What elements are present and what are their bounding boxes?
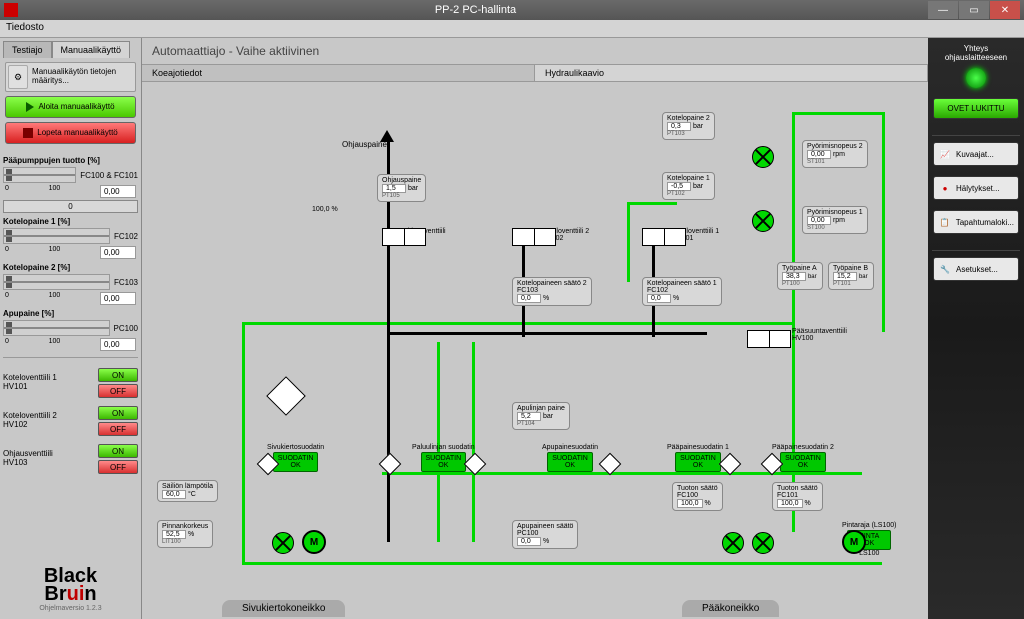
connection-led-icon [966, 68, 986, 88]
rpm1-gauge: Pyörimisnopeus 1 0,00 rpm ST100 [802, 206, 868, 234]
hv102-on-button[interactable]: ON [98, 406, 138, 420]
paapaine1-filter: Pääpainesuodatin 1 SUODATIN OK [667, 444, 729, 472]
stop-manual-button[interactable]: Lopeta manuaalikäyttö [5, 122, 136, 144]
tab-hydraulikaavio[interactable]: Hydraulikaavio [535, 65, 928, 81]
center-panel: Automaattiajo - Vaihe aktiivinen Koeajot… [142, 38, 928, 619]
hv103-off-button[interactable]: OFF [98, 460, 138, 474]
main-header: Automaattiajo - Vaihe aktiivinen [142, 38, 928, 64]
gear-icon: ⚙ [8, 65, 28, 89]
fc102-value[interactable]: 0,00 [100, 246, 136, 259]
fc100-value[interactable]: 0,00 [100, 185, 136, 198]
chart-icon: 📈 [938, 147, 952, 161]
window-title: PP-2 PC-hallinta [24, 4, 927, 16]
hv100-label: Pääsuuntaventtiili HV100 [792, 328, 847, 342]
tyopaineB-gauge: Työpaine B 15,2 bar PT101 [828, 262, 874, 290]
sidebar-left: Testiajo Manuaalikäyttö ⚙ Manuaalikäytön… [0, 38, 142, 619]
pump-icon [272, 532, 294, 554]
unit-sivukierto: Sivukiertokoneikko [222, 600, 345, 617]
hv100-valve-icon [747, 330, 791, 348]
valve-hv101-control: Koteloventtiili 1 HV101 ON OFF [3, 368, 138, 398]
unit-paakoneikko: Pääkoneikko [682, 600, 779, 617]
apu-slider[interactable] [3, 320, 110, 336]
fc102-label: FC102 [114, 232, 138, 241]
kp2-label: Kotelopaine 2 [%] [3, 263, 138, 272]
heat-exchanger-icon [266, 376, 306, 416]
fan-icon [752, 210, 774, 232]
settings-button[interactable]: 🔧 Asetukset... [933, 257, 1019, 281]
hv101-valve-icon [642, 228, 686, 246]
tab-testiajo[interactable]: Testiajo [3, 41, 52, 58]
sivukierto-filter: Sivukiertosuodatin SUODATIN OK [267, 444, 324, 472]
menubar: Tiedosto [0, 20, 1024, 38]
app-icon [4, 3, 18, 17]
apupc-box: Apupaineen säätö PC100 0,0 % [512, 520, 578, 549]
kotelopaine2-gauge: Kotelopaine 2 0,3 bar PT103 [662, 112, 715, 140]
fc103-value[interactable]: 0,00 [100, 292, 136, 305]
alarms-button[interactable]: ● Hälytykset... [933, 176, 1019, 200]
hv103-on-button[interactable]: ON [98, 444, 138, 458]
pump-output-label: Pääpumppujen tuotto [%] [3, 156, 138, 165]
temp-box: Säiliön lämpötila 60,0 °C [157, 480, 218, 502]
hv101-on-button[interactable]: ON [98, 368, 138, 382]
kp2-slider[interactable] [3, 274, 110, 290]
start-manual-button[interactable]: Aloita manuaalikäyttö [5, 96, 136, 118]
play-icon [26, 102, 34, 112]
hv101-off-button[interactable]: OFF [98, 384, 138, 398]
hv102-off-button[interactable]: OFF [98, 422, 138, 436]
paluulinja-filter: Paluulinjan suodatin SUODATIN OK [412, 444, 475, 472]
alert-icon: ● [938, 181, 952, 195]
apulinja-gauge: Apulinjan paine 5,2 bar PT104 [512, 402, 570, 430]
manual-settings-button[interactable]: ⚙ Manuaalikäytön tietojen määritys... [5, 62, 136, 92]
maximize-button[interactable]: ▭ [959, 1, 989, 19]
events-button[interactable]: 📋 Tapahtumaloki... [933, 210, 1019, 234]
pump-slider[interactable] [3, 167, 76, 183]
hv102-valve-icon [512, 228, 556, 246]
doors-locked-button[interactable]: OVET LUKITTU [933, 98, 1019, 119]
paapaine2-filter: Pääpainesuodatin 2 SUODATIN OK [772, 444, 834, 472]
log-icon: 📋 [938, 215, 952, 229]
rpm2-gauge: Pyörimisnopeus 2 0,00 rpm ST101 [802, 140, 868, 168]
menu-file[interactable]: Tiedosto [6, 22, 44, 33]
motor-icon: M [842, 530, 866, 554]
tuot100-box: Tuoton säätö FC100 100,0 % [672, 482, 723, 511]
kps1-box: Kotelopaineen säätö 1 FC102 0,0 % [642, 277, 722, 306]
apupaine-filter: Apupainesuodatin SUODATIN OK [542, 444, 598, 472]
pc100-value[interactable]: 0,00 [100, 338, 136, 351]
ohjauspaine-gauge: Ohjauspaine 1,5 bar PT105 [377, 174, 426, 202]
pump-icon [752, 532, 774, 554]
fan-icon [752, 146, 774, 168]
hv103-valve-icon [382, 228, 426, 246]
kps2-box: Kotelopaineen säätö 2 FC103 0,0 % [512, 277, 592, 306]
pump-icon [722, 532, 744, 554]
kotelopaine1-gauge: Kotelopaine 1 -0,5 bar PT102 [662, 172, 715, 200]
stop-icon [23, 128, 33, 138]
logo: Black Bruin Ohjelmaversio 1.2.3 [3, 563, 138, 616]
level-box: Pinnankorkeus 52,5 % LIT100 [157, 520, 213, 548]
kp1-slider[interactable] [3, 228, 110, 244]
minimize-button[interactable]: — [928, 1, 958, 19]
valve-hv102-control: Koteloventtiili 2 HV102 ON OFF [3, 406, 138, 436]
zero-button[interactable]: 0 [3, 200, 138, 213]
hydraulic-diagram: Ohjauspaine Ohjauspaine 1,5 bar PT105 10… [142, 82, 928, 619]
apupaine-label: Apupaine [%] [3, 309, 138, 318]
close-button[interactable]: ✕ [990, 1, 1020, 19]
connection-label: Yhteys ohjauslaitteeseen [932, 44, 1020, 62]
charts-button[interactable]: 📈 Kuvaajat... [933, 142, 1019, 166]
valve-hv103-control: Ohjausventtiili HV103 ON OFF [3, 444, 138, 474]
pc100-label: PC100 [114, 324, 138, 333]
tab-koeajotiedot[interactable]: Koeajotiedot [142, 65, 535, 81]
tuot101-box: Tuoton säätö FC101 100,0 % [772, 482, 823, 511]
kp1-label: Kotelopaine 1 [%] [3, 217, 138, 226]
fc100-fc101-label: FC100 & FC101 [80, 171, 138, 180]
fc103-label: FC103 [114, 278, 138, 287]
range-label: 100,0 % [312, 206, 338, 213]
sidebar-right: Yhteys ohjauslaitteeseen OVET LUKITTU 📈 … [928, 38, 1024, 619]
tyopaineA-gauge: Työpaine A 38,3 bar PT100 [777, 262, 823, 290]
wrench-icon: 🔧 [938, 262, 952, 276]
motor-icon: M [302, 530, 326, 554]
version-label: Ohjelmaversio 1.2.3 [7, 605, 134, 612]
titlebar: PP-2 PC-hallinta — ▭ ✕ [0, 0, 1024, 20]
tab-manuaalikaytto[interactable]: Manuaalikäyttö [52, 41, 131, 58]
